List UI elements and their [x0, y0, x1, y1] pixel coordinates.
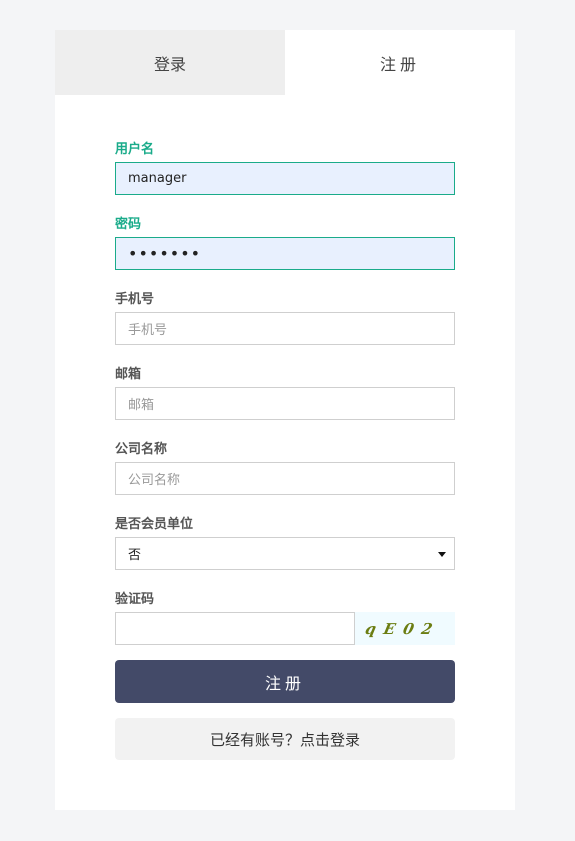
password-value: ••••••• [128, 243, 202, 263]
username-input[interactable]: manager [115, 162, 455, 195]
email-label: 邮箱 [115, 367, 142, 382]
go-to-login-button[interactable]: 已经有账号？点击登录 [115, 718, 455, 760]
captcha-text: qE02 [363, 620, 442, 638]
captcha-image[interactable]: qE02 [355, 612, 455, 645]
phone-input[interactable]: 手机号 [115, 312, 455, 345]
member-select[interactable]: 否 [115, 537, 455, 570]
captcha-label: 验证码 [115, 592, 155, 607]
member-selected-value: 否 [128, 548, 142, 563]
company-input[interactable]: 公司名称 [115, 462, 455, 495]
username-value: manager [128, 171, 187, 186]
password-label: 密码 [115, 217, 142, 232]
captcha-input[interactable] [115, 612, 355, 645]
username-label: 用户名 [115, 142, 155, 157]
company-label: 公司名称 [115, 442, 168, 457]
company-placeholder: 公司名称 [128, 473, 181, 488]
tab-register[interactable]: 注册 [285, 30, 515, 95]
register-button[interactable]: 注册 [115, 660, 455, 703]
caret-down-icon [438, 552, 446, 557]
email-input[interactable]: 邮箱 [115, 387, 455, 420]
phone-placeholder: 手机号 [128, 323, 168, 338]
password-input[interactable]: ••••••• [115, 237, 455, 270]
email-placeholder: 邮箱 [128, 398, 155, 413]
tab-login[interactable]: 登录 [55, 30, 285, 95]
auth-tabs: 登录 注册 [55, 30, 515, 95]
member-label: 是否会员单位 [115, 517, 194, 532]
phone-label: 手机号 [115, 292, 155, 307]
register-card: 登录 注册 用户名 manager 密码 ••••••• 手机号 手机号 邮箱 … [55, 30, 515, 810]
